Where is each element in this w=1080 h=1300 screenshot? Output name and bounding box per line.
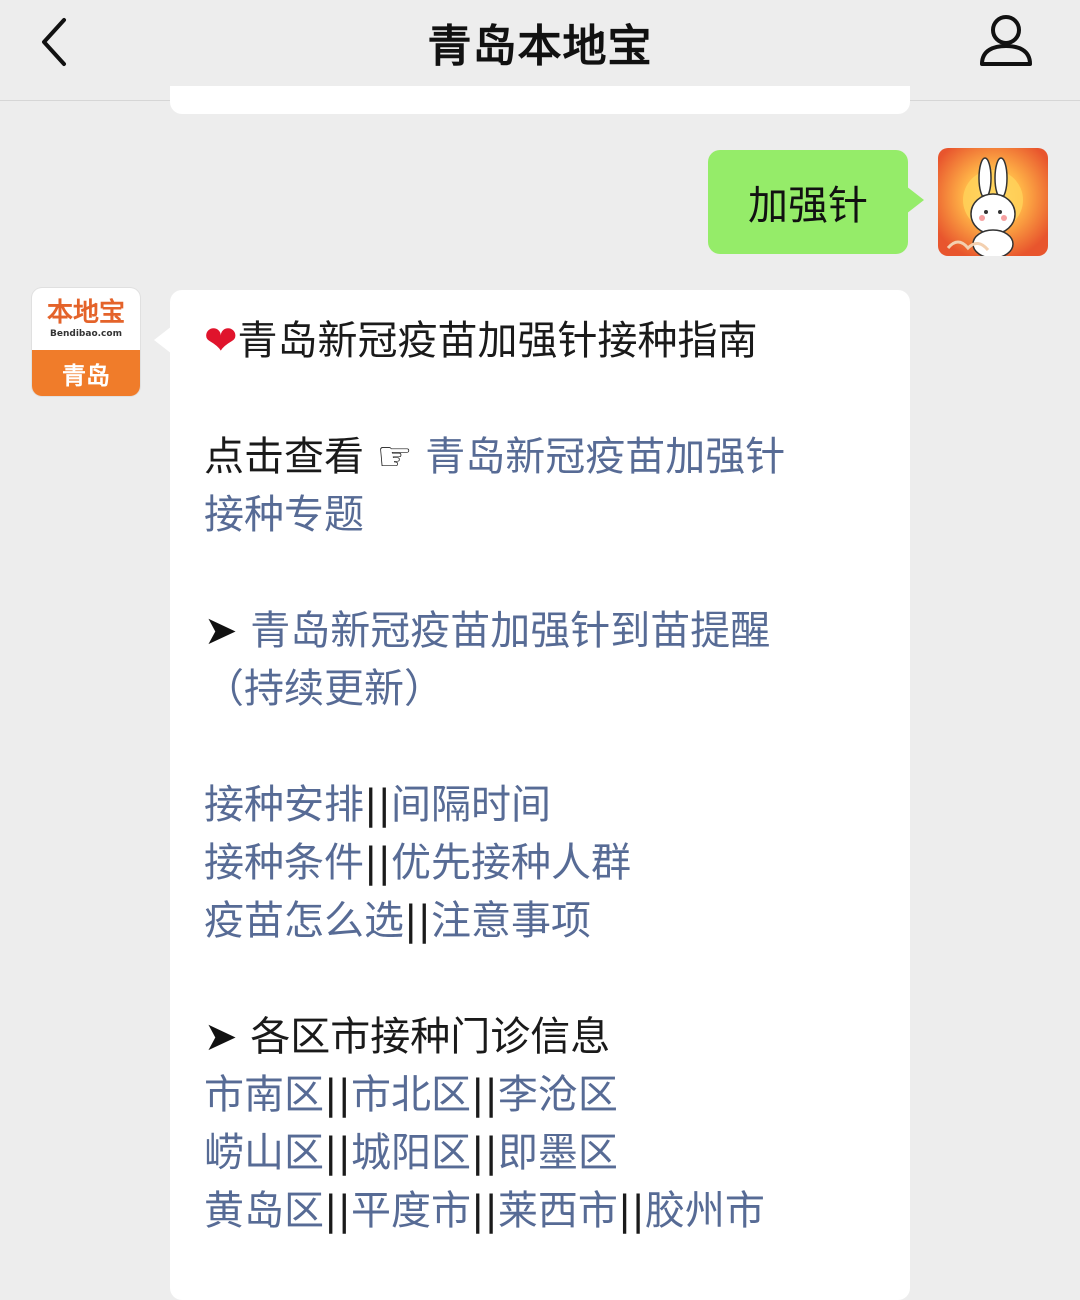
reply-headline-line: ❤青岛新冠疫苗加强针接种指南 (204, 312, 894, 370)
district-links-row: 黄岛区||平度市||莱西市||胶州市 (204, 1182, 894, 1240)
link-separator: || (617, 1188, 645, 1234)
district-link[interactable]: 城阳区 (351, 1130, 471, 1176)
district-links-row: 崂山区||城阳区||即墨区 (204, 1124, 894, 1182)
link-separator: || (470, 1130, 498, 1176)
sent-message-text: 加强针 (748, 183, 868, 229)
reminder-link-continued[interactable]: （持续更新） (204, 666, 444, 712)
district-link[interactable]: 市南区 (204, 1072, 324, 1118)
reminder-link[interactable]: 青岛新冠疫苗加强针到苗提醒 (250, 608, 770, 654)
district-link[interactable]: 李沧区 (498, 1072, 618, 1118)
view-prefix: 点击查看 ☞ (204, 434, 413, 480)
topic-link[interactable]: 接种条件 (204, 840, 364, 886)
special-topic-link[interactable]: 青岛新冠疫苗加强针 (425, 434, 785, 480)
topic-link[interactable]: 接种安排 (204, 782, 364, 828)
district-link[interactable]: 胶州市 (645, 1188, 765, 1234)
account-domain-text: Bendibao.com (50, 329, 122, 339)
page-title: 青岛本地宝 (427, 21, 653, 72)
topic-link[interactable]: 优先接种人群 (391, 840, 631, 886)
link-separator: || (364, 840, 391, 886)
account-avatar[interactable]: 本地宝 Bendibao.com 青岛 (32, 288, 140, 396)
reply-headline: 青岛新冠疫苗加强针接种指南 (237, 318, 758, 364)
reminder-line: ➤ 青岛新冠疫苗加强针到苗提醒 (204, 602, 894, 660)
topic-links-row: 接种条件||优先接种人群 (204, 834, 894, 892)
district-links-row: 市南区||市北区||李沧区 (204, 1066, 894, 1124)
district-link[interactable]: 黄岛区 (204, 1188, 324, 1234)
topic-link[interactable]: 疫苗怎么选 (204, 898, 404, 944)
profile-button[interactable] (976, 10, 1036, 70)
special-topic-line: 点击查看 ☞ 青岛新冠疫苗加强针 (204, 428, 894, 486)
topic-links-row: 接种安排||间隔时间 (204, 776, 894, 834)
link-separator: || (364, 782, 391, 828)
topic-links-row: 疫苗怎么选||注意事项 (204, 892, 894, 950)
district-link[interactable]: 市北区 (351, 1072, 471, 1118)
link-separator: || (324, 1188, 351, 1234)
district-link[interactable]: 即墨区 (498, 1130, 618, 1176)
arrow-icon: ➤ (204, 1014, 238, 1060)
heart-icon: ❤ (204, 318, 238, 364)
link-separator: || (470, 1188, 498, 1234)
district-link[interactable]: 平度市 (351, 1188, 471, 1234)
previous-message-bubble (170, 86, 910, 114)
link-separator: || (324, 1130, 351, 1176)
districts-heading: 各区市接种门诊信息 (250, 1014, 611, 1060)
link-separator: || (324, 1072, 351, 1118)
user-avatar[interactable] (938, 148, 1048, 256)
account-city-label: 青岛 (32, 350, 140, 396)
person-icon (980, 15, 1032, 66)
account-logo: 本地宝 Bendibao.com (32, 288, 140, 350)
district-link[interactable]: 莱西市 (498, 1188, 618, 1234)
topic-link[interactable]: 间隔时间 (391, 782, 551, 828)
account-logo-text: 本地宝 (46, 298, 125, 328)
district-link[interactable]: 崂山区 (204, 1130, 324, 1176)
reply-message-bubble: ❤青岛新冠疫苗加强针接种指南 点击查看 ☞ 青岛新冠疫苗加强针 接种专题 ➤ 青… (154, 290, 910, 1300)
reply-content: ❤青岛新冠疫苗加强针接种指南 点击查看 ☞ 青岛新冠疫苗加强针 接种专题 ➤ 青… (204, 312, 894, 1240)
link-separator: || (404, 898, 431, 944)
topic-link[interactable]: 注意事项 (431, 898, 591, 944)
link-separator: || (470, 1072, 498, 1118)
sent-message-bubble[interactable]: 加强针 (708, 150, 924, 254)
districts-heading-line: ➤ 各区市接种门诊信息 (204, 1008, 894, 1066)
rabbit-avatar-icon (938, 148, 1048, 256)
arrow-icon: ➤ (204, 608, 238, 654)
special-topic-link-continued[interactable]: 接种专题 (204, 492, 364, 538)
